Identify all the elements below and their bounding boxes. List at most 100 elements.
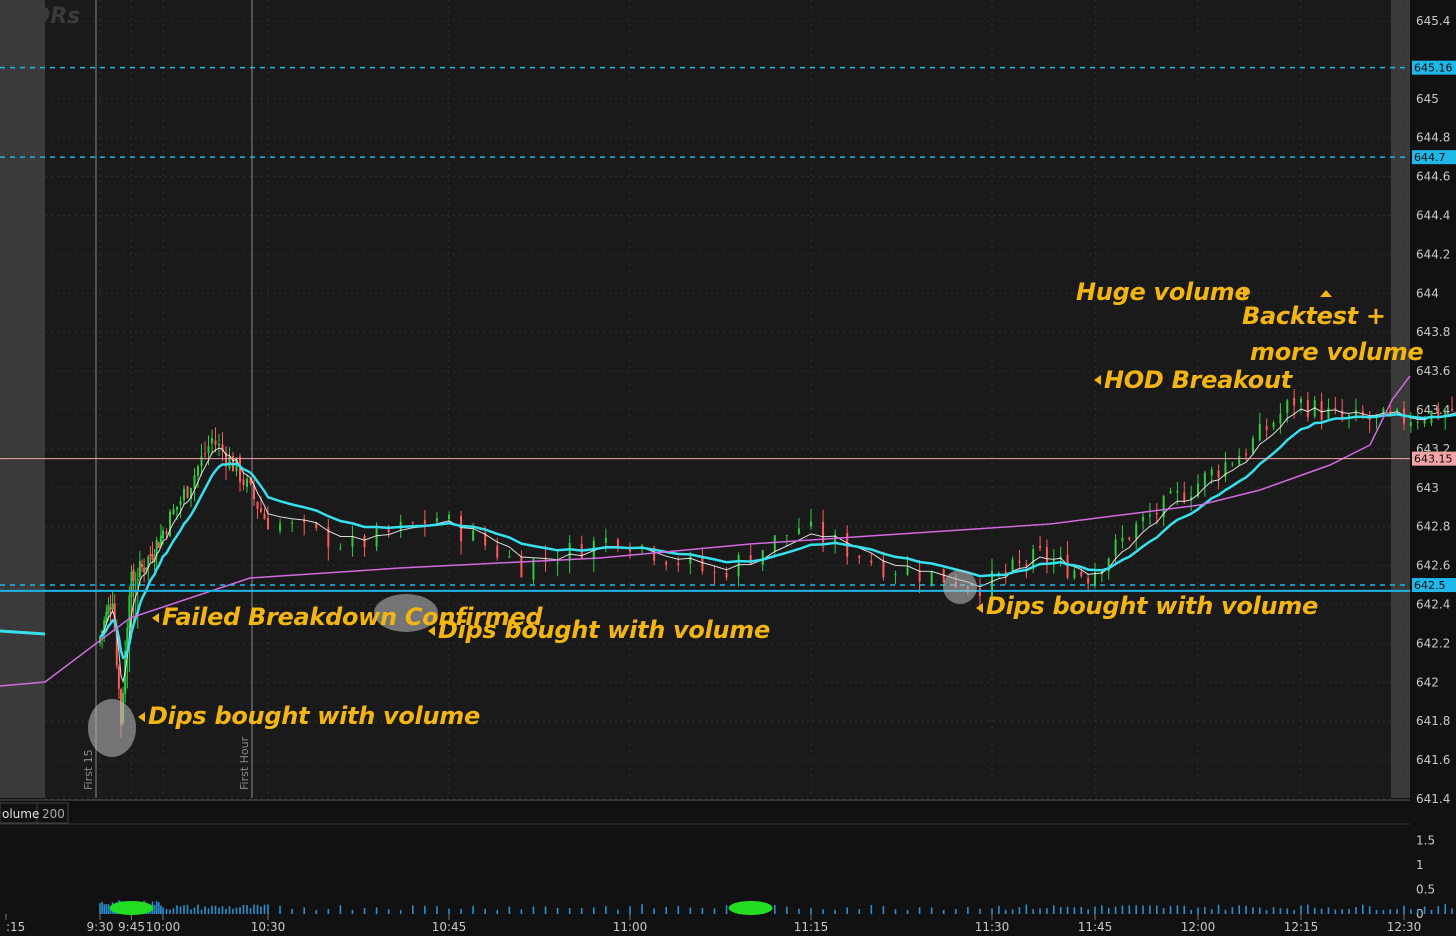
candle-body — [242, 479, 245, 486]
candle-body — [256, 501, 259, 509]
annotation-arrow-dips-3 — [976, 603, 983, 613]
volume-bar — [894, 909, 897, 914]
volume-bar — [1410, 909, 1412, 914]
volume-bar — [1252, 907, 1254, 914]
candle-body — [472, 530, 475, 541]
candle-body — [291, 522, 294, 524]
time-tick-label: 10:45 — [432, 920, 467, 934]
volume-bar — [279, 905, 281, 914]
volume-bar — [221, 906, 224, 914]
candle-body — [1286, 400, 1289, 413]
volume-bar — [1416, 908, 1419, 914]
vertical-marker-label: First Hour — [238, 736, 251, 790]
volume-bar — [810, 908, 812, 914]
annotation-arrow-hod-breakout — [1094, 375, 1101, 385]
volume-bar — [593, 907, 595, 914]
volume-bar — [399, 910, 402, 914]
volume-bar — [1389, 909, 1392, 914]
volume-bar — [725, 905, 728, 914]
volume-bar — [1066, 906, 1069, 914]
candle-body — [1409, 422, 1412, 427]
candle-body — [162, 530, 164, 539]
candle-body — [130, 571, 133, 597]
candle-body — [665, 561, 668, 565]
time-tick-label: 12:15 — [1284, 920, 1319, 934]
annotation-arrow-huge-volume — [1243, 288, 1250, 298]
price-tick-label: 642.8 — [1416, 520, 1450, 534]
volume-bar — [176, 905, 178, 914]
volume-bar — [1451, 908, 1453, 914]
annotation-backtest-line2: more volume — [1250, 338, 1424, 366]
time-tick-label: 11:45 — [1078, 920, 1113, 934]
volume-bar — [1224, 909, 1227, 914]
candle-body — [214, 440, 217, 445]
volume-bar — [1444, 904, 1446, 914]
volume-bar — [1259, 907, 1261, 914]
volume-bar — [858, 909, 861, 914]
annotation-arrow-dips-1 — [138, 712, 145, 722]
volume-bar — [1286, 908, 1289, 914]
candle-body — [785, 534, 788, 536]
volume-bar — [424, 905, 426, 914]
volume-bar — [99, 903, 101, 914]
candle-body — [1039, 546, 1042, 549]
volume-bar — [967, 907, 969, 914]
volume-bar — [882, 905, 885, 914]
candle-body — [882, 560, 885, 578]
candle-body — [737, 554, 740, 577]
candle-body — [363, 535, 366, 548]
annotation-arrow-dips-2 — [428, 626, 435, 636]
candle-body — [1320, 401, 1323, 420]
volume-bar — [256, 904, 259, 914]
candle-body — [906, 567, 909, 575]
candle-body — [1018, 560, 1021, 563]
volume-bar — [1362, 904, 1364, 914]
volume-bar — [246, 905, 248, 914]
annotation-hod-breakout: HOD Breakout — [1104, 366, 1292, 394]
volume-bar — [186, 904, 189, 914]
volume-bar — [979, 908, 981, 914]
volume-bar — [153, 904, 156, 914]
candle-body — [136, 579, 139, 581]
volume-bar — [172, 908, 175, 914]
volume-bar — [532, 906, 535, 914]
volume-bar — [701, 907, 704, 914]
volume-bar — [998, 905, 1000, 914]
volume-bar — [105, 904, 108, 914]
volume-bar — [155, 900, 158, 914]
volume-bar — [1279, 908, 1282, 914]
volume-tick-label: 0.5 — [1416, 883, 1435, 897]
volume-bar — [211, 905, 213, 914]
candle-body — [134, 582, 137, 584]
volume-highlight-ellipse — [728, 901, 773, 915]
candle-body — [128, 595, 131, 629]
price-tick-label: 641.6 — [1416, 753, 1450, 767]
candle-body — [1176, 490, 1179, 493]
volume-bar — [267, 904, 269, 914]
candle-body — [1011, 559, 1014, 572]
time-tick-label: 10:30 — [251, 920, 286, 934]
candle-body — [1217, 470, 1220, 478]
volume-bar — [263, 904, 266, 914]
candle-body — [460, 515, 463, 542]
volume-bar — [1073, 907, 1076, 914]
volume-bar — [653, 908, 655, 914]
volume-bar — [235, 907, 238, 914]
volume-bar — [183, 905, 185, 914]
volume-bar — [214, 905, 217, 914]
volume-bar — [1094, 906, 1096, 914]
candle-body — [339, 547, 342, 549]
candle-body — [141, 563, 143, 568]
volume-bar — [605, 906, 607, 914]
candle-body — [279, 523, 282, 531]
volume-bar — [1176, 905, 1179, 914]
volume-bar — [339, 905, 342, 914]
candle-body — [1279, 413, 1282, 424]
candle-body — [1114, 539, 1117, 556]
candle-body — [1272, 422, 1275, 428]
volume-bar — [568, 908, 571, 914]
candle-body — [1073, 570, 1076, 578]
volume-bar — [107, 904, 110, 914]
candle-body — [239, 456, 241, 482]
plot-area — [45, 0, 1391, 798]
